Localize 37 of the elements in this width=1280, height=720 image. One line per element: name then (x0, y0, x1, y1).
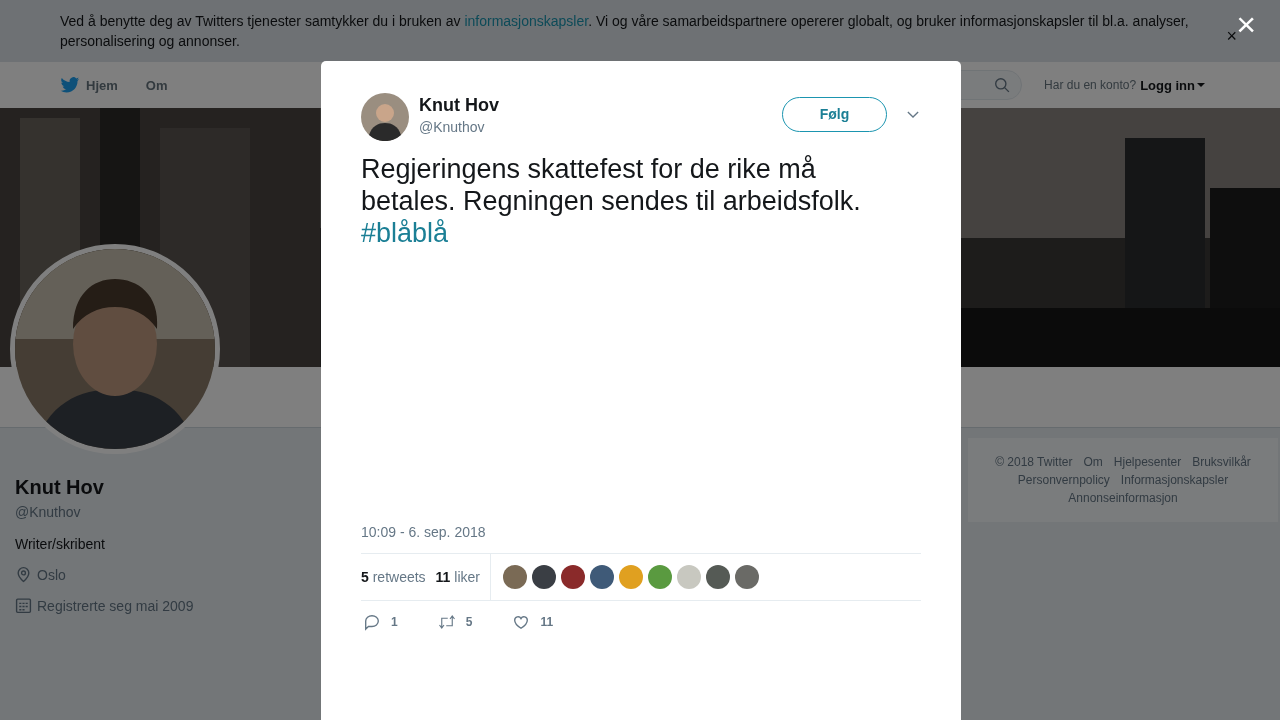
footer-link[interactable]: © 2018 Twitter (995, 454, 1073, 470)
search-icon (994, 76, 1012, 94)
profile-name: Knut Hov (15, 476, 105, 499)
user-avatar[interactable] (532, 565, 556, 589)
user-avatar[interactable] (561, 565, 585, 589)
action-count: 11 (540, 615, 554, 629)
user-avatar[interactable] (706, 565, 730, 589)
nav-link[interactable]: Om (145, 76, 168, 94)
action-count: 5 (465, 615, 473, 629)
cookie-notice: Ved å benytte deg av Twitters tjenester samtykker du i bruken av informasjonskapsler. Vi og våre samarbeidspartnere opererer globalt, og bruker informasjonskapsler til bl.a. analyser, personalisering og annonser. (60, 12, 1190, 51)
reply-icon[interactable] (363, 613, 381, 631)
user-avatar[interactable] (590, 565, 614, 589)
profile-bio: Writer/skribent (15, 536, 106, 552)
footer-link[interactable]: Om (1083, 454, 1103, 470)
user-avatar[interactable] (503, 565, 527, 589)
tweet-time: 10:09 - 6. sep. 2018 (361, 524, 487, 540)
nav-link[interactable]: Hjem (60, 76, 118, 94)
login-link[interactable]: Logg inn (1140, 77, 1205, 93)
profile-joined: Registrerte seg mai 2009 (37, 597, 194, 614)
login-prompt: Har du en konto? (1044, 78, 1137, 92)
retweet-icon[interactable] (437, 613, 456, 631)
profile-location: Oslo (37, 566, 66, 583)
location-pin-icon (15, 566, 32, 583)
heart-icon[interactable] (512, 613, 531, 631)
user-avatar[interactable] (735, 565, 759, 589)
cookie-link[interactable]: informasjonskapsler (464, 13, 589, 29)
profile-handle: @Knuthov (15, 504, 82, 520)
footer-link[interactable]: Bruksvilkår (1192, 454, 1251, 470)
calendar-icon (15, 597, 32, 614)
footer-link[interactable]: Annonseinformasjon (1068, 490, 1178, 506)
retweet-count[interactable]: 5 retweets (361, 569, 426, 585)
footer-link[interactable]: Personvernpolicy (1017, 472, 1110, 488)
footer-link[interactable]: Hjelpesenter (1113, 454, 1182, 470)
like-count[interactable]: 11 liker (435, 569, 480, 585)
footer-link[interactable]: Informasjonskapsler (1120, 472, 1229, 488)
bird-icon (60, 76, 80, 94)
action-count: 1 (391, 615, 398, 629)
